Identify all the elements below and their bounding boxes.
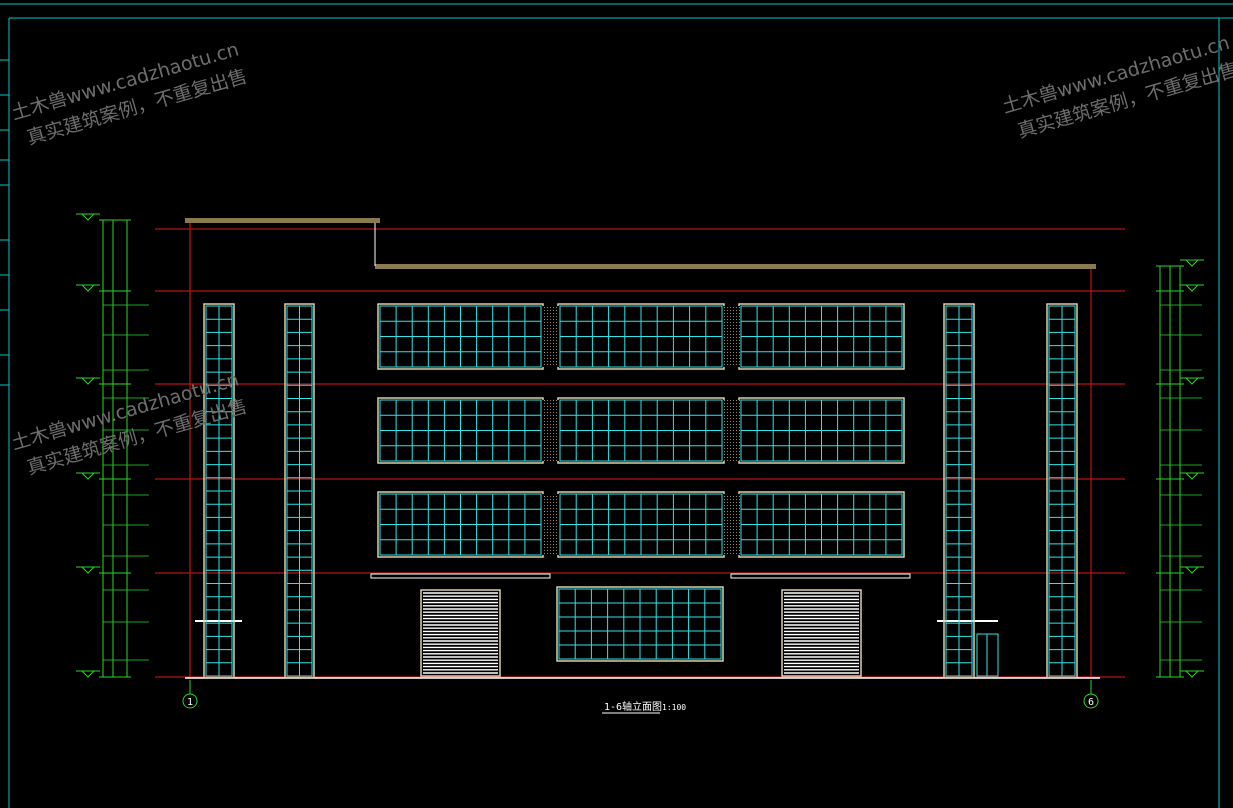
ribbon-window xyxy=(738,491,905,558)
vertical-curtain-strip xyxy=(1046,303,1078,679)
elevation-marker-icon xyxy=(1184,377,1200,385)
dotted-pier xyxy=(542,306,559,367)
dotted-pier xyxy=(542,494,559,555)
caption-scale: 1:100 xyxy=(662,703,686,712)
title-strip xyxy=(0,59,9,386)
dotted-pier xyxy=(723,400,740,461)
ribbon-window xyxy=(557,491,725,558)
drawing-caption: 1-6轴立面图 1:100 xyxy=(602,700,686,714)
ribbon-window xyxy=(738,397,905,464)
roof-slab-low xyxy=(375,264,1096,269)
dimension-chain-right xyxy=(1156,259,1204,678)
ground-window xyxy=(556,586,724,662)
elevation-marker-icon xyxy=(80,377,96,385)
caption-axes: 1-6轴立面图 xyxy=(604,700,662,713)
ribbon-window xyxy=(738,303,905,370)
side-door xyxy=(976,633,999,677)
elevation-marker-icon xyxy=(80,670,96,678)
axis-label-right: 6 xyxy=(1088,697,1094,708)
dotted-pier xyxy=(723,306,740,367)
watermark-top-right: 土木兽www.cadzhaotu.cn 真实建筑案例，不重复出售 xyxy=(1000,32,1233,143)
elevation-marker-icon xyxy=(1184,670,1200,678)
dotted-pier xyxy=(723,494,740,555)
watermark-top-left: 土木兽www.cadzhaotu.cn 真实建筑案例，不重复出售 xyxy=(9,39,250,150)
axis-label-left: 1 xyxy=(187,697,193,708)
elevation-marker-icon xyxy=(80,472,96,480)
elevation-marker-icon xyxy=(80,213,96,221)
axis-bubble-left: 1 xyxy=(182,680,198,709)
elevation-marker-icon xyxy=(80,284,96,292)
canopy-right xyxy=(730,573,911,579)
canopy-left xyxy=(370,573,551,579)
elevation-marker-icon xyxy=(1184,472,1200,480)
vertical-curtain-strip xyxy=(284,303,315,679)
ribbon-window xyxy=(377,303,544,370)
elevation-marker-icon xyxy=(1184,284,1200,292)
elevation-marker-icon xyxy=(1184,259,1200,267)
ribbon-window xyxy=(557,397,725,464)
ribbon-window xyxy=(377,491,544,558)
ribbon-window xyxy=(557,303,725,370)
window-groups xyxy=(203,303,1078,679)
cad-drawing: 1 6 1-6轴立面图 1:100 土木兽www.cadzhaotu.cn 真实… xyxy=(0,3,1233,808)
dotted-pier xyxy=(542,400,559,461)
shutter-door-left xyxy=(420,589,501,677)
elevation-marker-icon xyxy=(1184,566,1200,574)
ribbon-window xyxy=(377,397,544,464)
shutter-door-right xyxy=(781,589,862,677)
roof-slab-high xyxy=(185,218,380,223)
axis-bubble-right: 6 xyxy=(1083,680,1099,709)
elevation-marker-icon xyxy=(80,566,96,574)
